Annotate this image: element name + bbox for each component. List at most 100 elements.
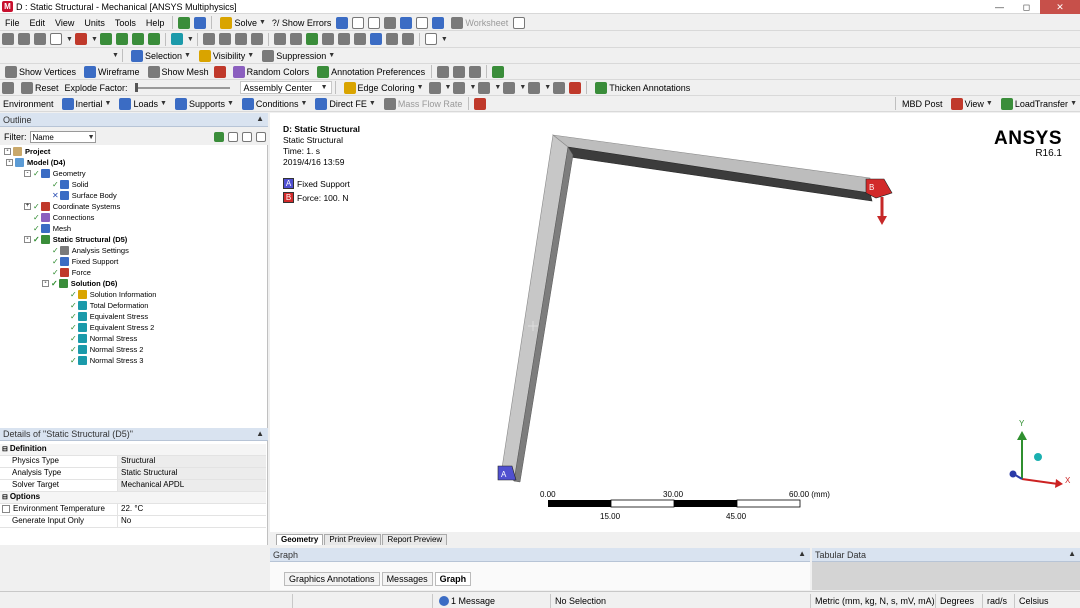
tree-node-normal-stress[interactable]: ✓ Normal Stress bbox=[70, 333, 137, 344]
section-options[interactable]: ⊟ Options bbox=[0, 492, 266, 504]
tree-node-normal-stress-2[interactable]: ✓ Normal Stress 2 bbox=[70, 344, 143, 355]
selection-button[interactable]: Selection ▼ bbox=[126, 48, 194, 63]
tree-node-mesh[interactable]: ✓ Mesh bbox=[33, 223, 71, 234]
cursor-help-icon[interactable] bbox=[513, 16, 526, 29]
plus-tree-icon[interactable] bbox=[194, 16, 207, 29]
magnifier-icon[interactable] bbox=[321, 33, 334, 45]
viewport-icon[interactable] bbox=[424, 33, 437, 45]
tree-node-total-deformation[interactable]: ✓ Total Deformation bbox=[70, 300, 148, 311]
status-angle[interactable]: Degrees bbox=[935, 594, 982, 608]
slider-thumb[interactable] bbox=[134, 82, 138, 92]
supports-button[interactable]: Supports ▼ bbox=[170, 96, 237, 111]
ruler-3-icon[interactable] bbox=[469, 65, 482, 78]
extend-icon[interactable] bbox=[170, 33, 183, 45]
pin-icon[interactable]: ▲ bbox=[256, 114, 264, 123]
menu-view[interactable]: View bbox=[50, 18, 79, 28]
wireframe-button[interactable]: Wireframe bbox=[79, 64, 143, 79]
tab-report-preview[interactable]: Report Preview bbox=[382, 534, 448, 545]
mass-flow-rate-button[interactable]: Mass Flow Rate bbox=[379, 96, 466, 111]
ruler-2-icon[interactable] bbox=[453, 65, 466, 78]
zoom-fit-icon[interactable] bbox=[273, 33, 286, 45]
flame-icon[interactable] bbox=[384, 16, 397, 29]
show-mesh-button[interactable]: Show Mesh bbox=[143, 64, 212, 79]
pin-icon[interactable]: ▲ bbox=[256, 429, 264, 438]
select-mode-icon[interactable] bbox=[74, 33, 87, 45]
ruler-icon[interactable] bbox=[437, 65, 450, 78]
tree-node-project[interactable]: - Project bbox=[4, 146, 50, 157]
explode-icon[interactable] bbox=[2, 81, 14, 94]
document-icon[interactable] bbox=[352, 16, 365, 29]
tag-icon[interactable] bbox=[401, 33, 414, 45]
status-temperature[interactable]: Celsius bbox=[1014, 594, 1080, 608]
detail-row-analysis-type[interactable]: Analysis Type Static Structural bbox=[0, 468, 266, 480]
tree-node-analysis-settings[interactable]: ✓ Analysis Settings bbox=[52, 245, 129, 256]
select-edge-icon[interactable] bbox=[18, 33, 30, 45]
select-point-icon[interactable] bbox=[2, 33, 14, 45]
menu-help[interactable]: Help bbox=[141, 18, 170, 28]
tree-node-solution-information[interactable]: ✓ Solution Information bbox=[70, 289, 156, 300]
expand-tree-icon[interactable] bbox=[214, 132, 224, 142]
worksheet-red-icon[interactable] bbox=[474, 97, 487, 110]
camera-icon[interactable] bbox=[385, 33, 398, 45]
pin-icon[interactable]: ▲ bbox=[1068, 549, 1076, 558]
tree-node-fixed-support[interactable]: ✓ Fixed Support bbox=[52, 256, 118, 267]
view-button[interactable]: View ▼ bbox=[946, 96, 996, 111]
parameter-checkbox[interactable] bbox=[2, 504, 10, 513]
zoom-to-selection-icon[interactable] bbox=[305, 33, 318, 45]
assembly-center-select[interactable]: Assembly Center ▼ bbox=[239, 81, 332, 94]
thicken-annotations-button[interactable]: Thicken Annotations bbox=[590, 80, 693, 95]
detail-row-environment-temperature[interactable]: Environment Temperature 22. °C bbox=[0, 504, 266, 516]
status-messages[interactable]: 1 Message bbox=[432, 594, 550, 608]
text-icon[interactable] bbox=[416, 16, 429, 29]
axis-triad-icon[interactable] bbox=[213, 65, 226, 78]
edge-style-5-icon[interactable] bbox=[528, 81, 541, 94]
tree-node-static-structural[interactable]: - ✓ Static Structural (D5) bbox=[24, 234, 127, 245]
rotate-icon[interactable] bbox=[202, 33, 215, 45]
detail-row-solver-target[interactable]: Solver Target Mechanical APDL bbox=[0, 480, 266, 492]
close-button[interactable]: ✕ bbox=[1040, 0, 1080, 14]
pin-icon[interactable]: ▲ bbox=[798, 549, 806, 558]
collapse-tree-icon[interactable] bbox=[228, 132, 238, 142]
pan-icon[interactable] bbox=[218, 33, 231, 45]
tab-geometry[interactable]: Geometry bbox=[276, 534, 324, 545]
status-units[interactable]: Metric (mm, kg, N, s, mV, mA) bbox=[810, 594, 935, 608]
tree-expand-all-icon[interactable] bbox=[256, 132, 266, 142]
image-icon[interactable] bbox=[432, 16, 445, 29]
edge-style-2-icon[interactable] bbox=[453, 81, 466, 94]
loads-button[interactable]: Loads ▼ bbox=[114, 96, 169, 111]
filter-select[interactable]: Name ▼ bbox=[29, 131, 96, 143]
minimize-button[interactable]: — bbox=[986, 0, 1013, 14]
edge-style-3-icon[interactable] bbox=[478, 81, 491, 94]
visibility-button[interactable]: Visibility ▼ bbox=[194, 48, 257, 63]
tree-node-solution[interactable]: - ✓ Solution (D6) bbox=[42, 278, 117, 289]
worksheet-icon[interactable] bbox=[336, 16, 349, 29]
cube-icon[interactable] bbox=[492, 65, 505, 78]
iso-view-icon[interactable] bbox=[369, 33, 382, 45]
close-mark-icon[interactable] bbox=[569, 81, 582, 94]
iso-ball[interactable] bbox=[1034, 453, 1042, 461]
tree-node-equivalent-stress[interactable]: ✓ Equivalent Stress bbox=[70, 311, 148, 322]
edge-green-icon[interactable] bbox=[131, 33, 144, 45]
zoom-box-icon[interactable] bbox=[250, 33, 263, 45]
menu-file[interactable]: File bbox=[0, 18, 25, 28]
maximize-button[interactable]: ◻ bbox=[1013, 0, 1040, 14]
tree-filter-icon[interactable] bbox=[242, 132, 252, 142]
next-view-icon[interactable] bbox=[353, 33, 366, 45]
tab-graphics-annotations[interactable]: Graphics Annotations bbox=[284, 572, 380, 586]
random-colors-button[interactable]: Random Colors bbox=[228, 64, 313, 79]
zoom-icon[interactable] bbox=[234, 33, 247, 45]
tree-node-solid[interactable]: ✓ Solid bbox=[52, 179, 88, 190]
conditions-button[interactable]: Conditions ▼ bbox=[237, 96, 310, 111]
tree-node-geometry[interactable]: - ✓ Geometry bbox=[24, 168, 86, 179]
tree-node-model[interactable]: - Model (D4) bbox=[6, 157, 65, 168]
tree-node-connections[interactable]: ✓ Connections bbox=[33, 212, 94, 223]
explode-slider[interactable] bbox=[134, 82, 230, 92]
direct-fe-button[interactable]: Direct FE ▼ bbox=[310, 96, 378, 111]
body-green-icon[interactable] bbox=[99, 33, 112, 45]
show-vertices-button[interactable]: Show Vertices bbox=[0, 64, 79, 79]
tree-node-force[interactable]: ✓ Force bbox=[52, 267, 91, 278]
inertial-button[interactable]: Inertial ▼ bbox=[57, 96, 115, 111]
status-rotation[interactable]: rad/s bbox=[982, 594, 1014, 608]
detail-value[interactable]: No bbox=[118, 516, 266, 527]
show-errors-button[interactable]: ?/ Show Errors bbox=[269, 15, 335, 30]
